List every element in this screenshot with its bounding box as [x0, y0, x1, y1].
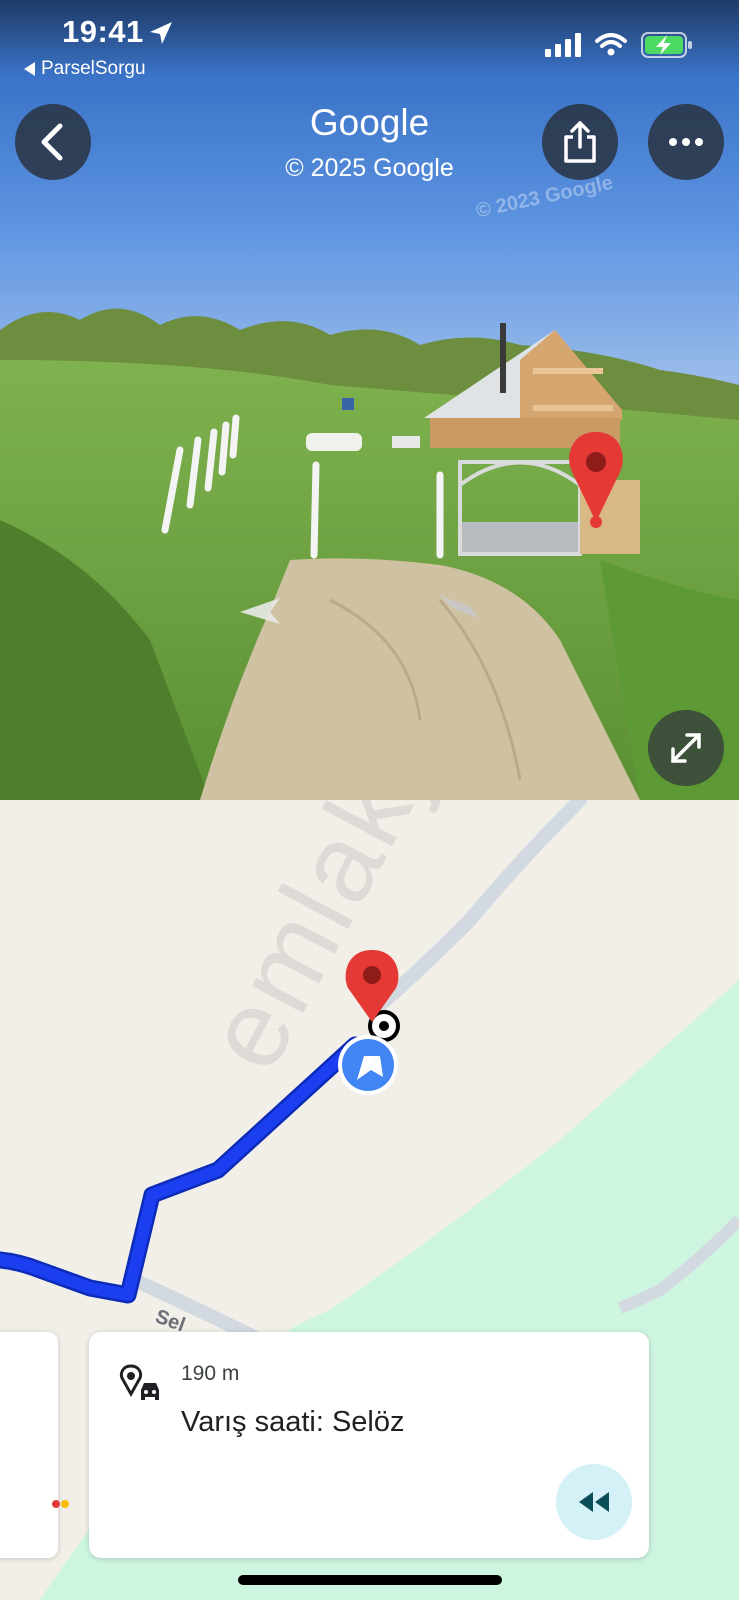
street-view-title: Google: [309, 102, 430, 143]
more-options-button[interactable]: [648, 104, 724, 180]
more-horizontal-icon: [669, 138, 703, 146]
logo-fragment-icon: [52, 1500, 69, 1508]
signal-icon: [545, 33, 581, 57]
back-triangle-icon: [24, 62, 35, 76]
share-button[interactable]: [542, 104, 618, 180]
route-step-card[interactable]: 190 m Varış saati: Selöz: [89, 1332, 649, 1558]
location-arrow-icon: [150, 22, 172, 44]
step-title: Varış saati: Selöz: [181, 1406, 405, 1438]
current-location-icon: [338, 1035, 398, 1095]
back-app-label: ParselSorgu: [41, 58, 146, 79]
pin-car-icon: [119, 1364, 159, 1400]
share-icon: [564, 121, 596, 163]
street-view-panel[interactable]: © 2023 Google 19:41 ParselSorgu Google ©…: [0, 0, 739, 800]
status-time: 19:41: [62, 14, 144, 49]
expand-icon: [671, 733, 701, 763]
previous-step-card[interactable]: [0, 1332, 69, 1558]
rewind-icon: [579, 1492, 609, 1512]
back-to-app-link[interactable]: ParselSorgu: [24, 58, 146, 80]
wifi-icon: [595, 33, 627, 56]
rewind-button[interactable]: [556, 1464, 632, 1540]
step-distance: 190 m: [181, 1362, 240, 1385]
home-indicator[interactable]: [238, 1575, 502, 1585]
expand-button[interactable]: [648, 710, 724, 786]
street-view-copyright: © 2025 Google: [285, 154, 454, 182]
chevron-left-icon: [41, 123, 63, 161]
back-button[interactable]: [15, 104, 91, 180]
battery-icon: [641, 32, 692, 58]
road-south: [127, 1271, 264, 1347]
status-icons: [545, 32, 693, 58]
